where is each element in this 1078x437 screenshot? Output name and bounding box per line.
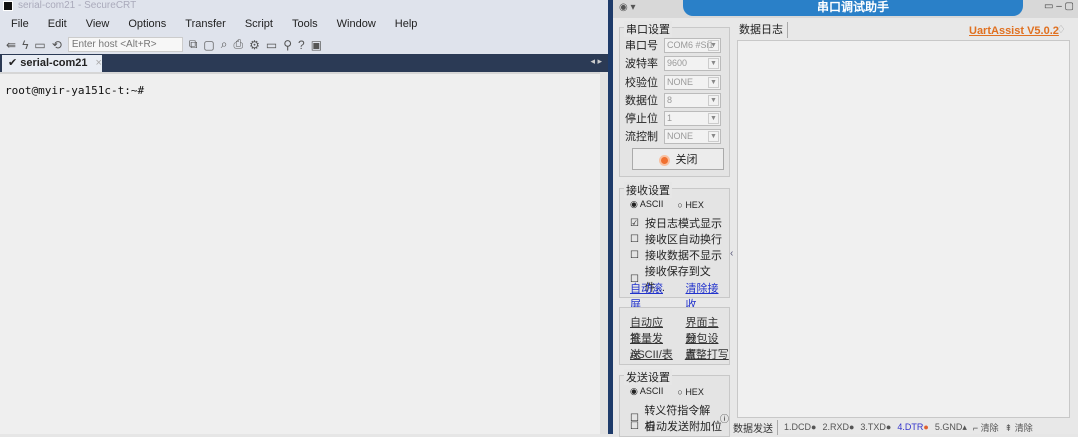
version-link[interactable]: UartAssist V5.0.2 [969,25,1059,37]
reconnect-icon[interactable]: ⟲ [52,38,62,52]
checkbox-append-bits[interactable]: ☐ 自动发送附加位 [630,418,722,434]
radio-ascii[interactable]: ◉ ASCII [630,199,663,210]
close-port-button[interactable]: 关闭 [632,148,724,170]
databits-select[interactable]: 8 ▼ [664,92,721,108]
checkbox-log-mode[interactable]: ☑ 按日志模式显示 [630,215,722,231]
send-radio-hex[interactable]: ○ HEX [677,387,703,397]
check-icon: ✔ [8,57,21,69]
parity-select[interactable]: NONE ▼ [664,74,721,90]
tab-bar: ✔ serial-com21 × ◂ ▸ [0,54,608,72]
quick-connect-icon[interactable]: ϟ [22,38,28,52]
menu-help[interactable]: Help [384,15,426,33]
menu-file[interactable]: File [0,15,37,33]
pin-dcd: 1.DCD● [784,422,817,432]
field-label: 停止位 [625,113,658,125]
receive-settings-group: 接收设置 ◉ ASCII ○ HEX ☑ 按日志模式显示 ☐ 接收区自动换行 ☐ 接收数… [619,182,730,311]
menu-transfer[interactable]: Transfer [174,15,234,33]
menu-window[interactable]: Window [326,15,384,33]
copy-icon[interactable]: ⧉ [189,37,198,52]
title-bar: ◉ ▾ 串口调试助手 ▭ – ▢ [613,0,1078,18]
tools-group: 自动应答 界面主题 批量发送 分包设置 ASCII/表 点整打写 [619,307,730,365]
pin-rxd: 2.RXD● [822,422,855,432]
stopbits-select[interactable]: 1 ▼ [664,110,721,126]
window-title: 串口调试助手 [683,0,1023,16]
about-icon[interactable]: ▣ [311,38,322,52]
app-menu-icon[interactable]: ◉ ▾ [619,2,636,13]
send-radio-ascii[interactable]: ◉ ASCII [630,386,663,397]
menu-view[interactable]: View [75,15,118,33]
terminal-scrollbar[interactable] [600,72,608,434]
menu-edit[interactable]: Edit [37,15,75,33]
host-input[interactable] [67,37,183,52]
clear-send-button[interactable]: ⌐ 清除 [973,421,999,434]
ascii-table-link[interactable]: ASCII/表 [630,346,673,362]
pin-gnd: 5.GND▴ [934,421,967,432]
field-label: 数据位 [625,95,658,107]
status-led-icon [658,154,670,166]
checkbox-hide-data[interactable]: ☐ 接收数据不显示 [630,247,722,263]
receive-data-area[interactable] [737,40,1070,418]
terminal-text: root@myir-ya151c-t:~# [5,84,145,97]
chevron-down-icon: ▼ [708,94,719,106]
sftp-icon[interactable]: ▭ [266,38,277,52]
field-label: 校验位 [625,77,658,89]
send-settings-group: 发送设置 ◉ ASCII ○ HEX ☐ 转义符指令解析 ⓘ ☐ 自动发送附加位 [619,369,730,437]
group-title: 发送设置 [624,369,672,385]
toolbar: ⇚ ϟ ▭ ⟲ ⧉ ▢ ⌕ ⎙ ⚙ ▭ ⚲ ? ▣ [6,36,322,53]
radio-hex[interactable]: ○ HEX [677,200,703,210]
settings-icon[interactable]: ⚙ [249,38,260,52]
tab-data-log[interactable]: 数据日志 [739,22,788,38]
checkbox-auto-wrap[interactable]: ☐ 接收区自动换行 [630,231,722,247]
menu-options[interactable]: Options [117,15,174,33]
chevron-down-icon: ▼ [708,57,719,69]
menu-bar: File Edit View Options Transfer Script T… [0,15,425,33]
uartassist-window: ◉ ▾ 串口调试助手 ▭ – ▢ 串口设置 串口号 COM6 #Si1 ▼ 波特率 9… [613,0,1078,437]
pin-txd: 3.TXD● [860,422,892,432]
terminal[interactable]: root@myir-ya151c-t:~# [0,72,600,434]
group-title: 接收设置 [624,182,672,198]
menu-tools[interactable]: Tools [281,15,326,33]
field-label: 串口号 [625,40,658,52]
port-settings-group: 串口设置 串口号 COM6 #Si1 ▼ 波特率 9600 ▼ 校验位 NONE ▼ 数据位… [619,21,730,177]
clear-all-button[interactable]: ⇞ 清除 [1005,421,1033,434]
chevron-down-icon: ▼ [708,39,719,51]
window-title: serial-com21 - SecureCRT [18,0,137,11]
menu-script[interactable]: Script [234,15,281,33]
collapse-panel-icon[interactable]: ‹ [730,248,733,259]
tab-scroll-arrows-icon[interactable]: ◂ ▸ [590,56,602,67]
keymap-icon[interactable]: ⚲ [283,38,292,52]
tab-data-send[interactable]: 数据发送 [733,419,778,435]
window-controls-icon[interactable]: ▭ – ▢ [1044,1,1074,12]
group-title: 串口设置 [624,21,672,37]
tab-label: serial-com21 [20,57,88,69]
session-icon[interactable]: ▭ [34,38,45,52]
securecrt-window: serial-com21 - SecureCRT File Edit View … [0,0,608,434]
connect-icon[interactable]: ⇚ [6,38,16,52]
tab-serial-com21[interactable]: ✔ serial-com21 × [2,55,102,72]
chevron-down-icon: ▼ [708,112,719,124]
baudrate-select[interactable]: 9600 ▼ [664,55,721,71]
help-icon[interactable]: ? [298,38,305,52]
tab-close-icon[interactable]: × [96,57,102,69]
bottom-bar: 数据发送 1.DCD● 2.RXD● 3.TXD● 4.DTR● 5.GND▴ … [733,419,1078,435]
find-icon[interactable]: ⌕ [221,37,228,52]
field-label: 流控制 [625,131,658,143]
pin-dtr[interactable]: 4.DTR● [897,422,928,432]
dot-matrix-link[interactable]: 点整打写 [685,346,729,362]
paste-icon[interactable]: ▢ [203,38,214,52]
field-label: 波特率 [625,58,658,70]
chevron-down-icon: ▼ [708,130,719,142]
port-select[interactable]: COM6 #Si1 ▼ [664,37,721,53]
chevron-down-icon: ▼ [708,76,719,88]
pin-icon[interactable]: ♢ [1056,23,1066,36]
flowcontrol-select[interactable]: NONE ▼ [664,128,721,144]
print-icon[interactable]: ⎙ [233,37,243,52]
